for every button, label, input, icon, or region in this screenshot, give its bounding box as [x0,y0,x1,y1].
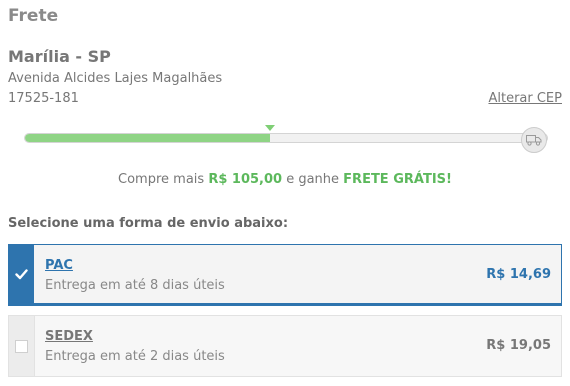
shipping-option-pac[interactable]: PAC Entrega em até 8 dias úteis R$ 14,69 [8,244,562,306]
change-cep-link[interactable]: Alterar CEP [488,91,562,106]
option-price: R$ 19,05 [486,338,551,353]
shipping-option-sedex[interactable]: SEDEX Entrega em até 2 dias úteis R$ 19,… [8,315,562,377]
free-shipping-progress-bar [24,133,548,143]
unchecked-box-icon [15,339,28,353]
option-checkbox[interactable] [9,316,35,376]
remaining-amount: R$ 105,00 [208,172,283,187]
section-title: Frete [8,6,59,26]
truck-icon [521,127,547,153]
option-price: R$ 14,69 [486,267,551,282]
message-middle: e ganhe [282,172,344,187]
option-name[interactable]: PAC [45,258,73,273]
option-checkbox[interactable] [9,245,34,303]
shipping-options-label: Selecione uma forma de envio abaixo: [8,216,289,231]
message-prefix: Compre mais [118,172,209,187]
option-description: Entrega em até 8 dias úteis [45,278,225,293]
free-shipping-message: Compre mais R$ 105,00 e ganhe FRETE GRÁT… [0,172,570,187]
free-shipping-reward: FRETE GRÁTIS! [343,172,452,187]
option-description: Entrega em até 2 dias úteis [45,349,225,364]
progress-fill [25,134,271,142]
shipping-city: Marília - SP [8,47,111,66]
shipping-cep: 17525-181 [8,91,79,106]
progress-marker [265,125,276,131]
option-name[interactable]: SEDEX [45,329,93,344]
check-icon [15,268,28,279]
shipping-street: Avenida Alcides Lajes Magalhães [8,71,223,86]
